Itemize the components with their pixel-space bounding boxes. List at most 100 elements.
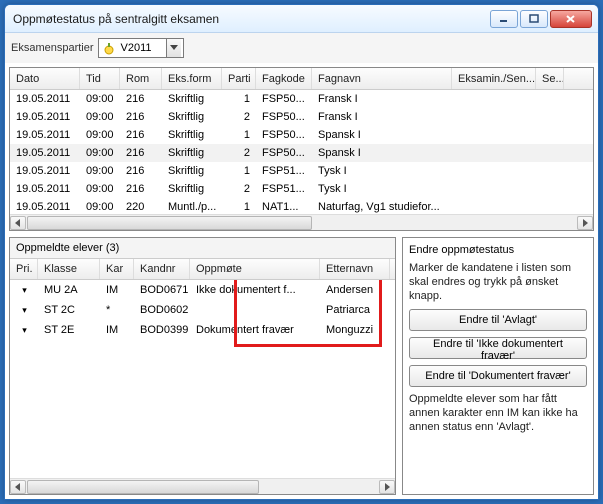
cell-dato: 19.05.2011 (10, 93, 80, 105)
cell-eksform: Skriftlig (162, 129, 222, 141)
cell-rom: 216 (120, 111, 162, 123)
table-row[interactable]: 19.05.201109:00216Skriftlig2FSP50...Span… (10, 144, 593, 162)
cell-fagkode: FSP50... (256, 93, 312, 105)
scroll-right-icon[interactable] (577, 216, 593, 230)
cell-rom: 216 (120, 147, 162, 159)
cell-kar: IM (100, 284, 134, 296)
cell-fagnavn: Tysk I (312, 165, 452, 177)
cell-eksform: Skriftlig (162, 93, 222, 105)
cell-fagkode: FSP50... (256, 147, 312, 159)
expand-icon[interactable]: ▾ (10, 285, 38, 296)
cell-dato: 19.05.2011 (10, 165, 80, 177)
cell-rom: 216 (120, 93, 162, 105)
app-window: Oppmøtestatus på sentralgitt eksamen Eks… (4, 4, 599, 500)
scrollbar-horizontal-2[interactable] (10, 478, 395, 494)
cell-klasse: ST 2C (38, 304, 100, 316)
cell-fagkode: FSP51... (256, 183, 312, 195)
cell-dato: 19.05.2011 (10, 201, 80, 213)
cell-kar: * (100, 304, 134, 316)
column-header-fagkode[interactable]: Fagkode (256, 68, 312, 89)
column-header-fagnavn[interactable]: Fagnavn (312, 68, 452, 89)
exams-grid[interactable]: DatoTidRomEks.formPartiFagkodeFagnavnEks… (9, 67, 594, 231)
actions-panel: Endre oppmøtestatus Marker de kandatene … (402, 237, 594, 495)
cell-tid: 09:00 (80, 147, 120, 159)
set-dokumentert-button[interactable]: Endre til 'Dokumentert fravær' (409, 365, 587, 387)
close-button[interactable] (550, 10, 592, 28)
scrollbar-horizontal[interactable] (10, 214, 593, 230)
column-header-se[interactable]: Se... (536, 68, 564, 89)
table-row[interactable]: ▾ST 2C*BOD0602Patriarca (10, 300, 395, 320)
cell-dato: 19.05.2011 (10, 111, 80, 123)
cell-fagnavn: Tysk I (312, 183, 452, 195)
column-header-kandnr[interactable]: Kandnr (134, 259, 190, 279)
cell-fagnavn: Fransk I (312, 93, 452, 105)
students-panel: Oppmeldte elever (3) Pri.KlasseKarKandnr… (9, 237, 396, 495)
actions-heading: Endre oppmøtestatus (409, 244, 587, 256)
cell-oppmote: Dokumentert fravær (190, 324, 320, 336)
cell-fagkode: FSP51... (256, 165, 312, 177)
cell-fagkode: FSP50... (256, 129, 312, 141)
cell-rom: 216 (120, 183, 162, 195)
cell-eksform: Skriftlig (162, 165, 222, 177)
column-header-oppmote[interactable]: Oppmøte (190, 259, 320, 279)
cell-tid: 09:00 (80, 183, 120, 195)
maximize-button[interactable] (520, 10, 548, 28)
cell-eksform: Muntl./p... (162, 201, 222, 213)
term-icon (101, 40, 117, 56)
cell-eksform: Skriftlig (162, 183, 222, 195)
set-ikke-dokumentert-button[interactable]: Endre til 'Ikke dokumentert fravær' (409, 337, 587, 359)
scroll-left-icon[interactable] (10, 216, 26, 230)
cell-fagnavn: Fransk I (312, 111, 452, 123)
table-row[interactable]: 19.05.201109:00216Skriftlig1FSP50...Fran… (10, 90, 593, 108)
column-header-tid[interactable]: Tid (80, 68, 120, 89)
table-row[interactable]: 19.05.201109:00216Skriftlig1FSP50...Span… (10, 126, 593, 144)
scroll-track[interactable] (27, 216, 576, 230)
table-row[interactable]: 19.05.201109:00216Skriftlig2FSP50...Fran… (10, 108, 593, 126)
set-avlagt-button[interactable]: Endre til 'Avlagt' (409, 309, 587, 331)
cell-tid: 09:00 (80, 111, 120, 123)
scroll-right-icon[interactable] (379, 480, 395, 494)
cell-tid: 09:00 (80, 129, 120, 141)
column-header-dato[interactable]: Dato (10, 68, 80, 89)
table-row[interactable]: 19.05.201109:00220Muntl./p...1NAT1...Nat… (10, 198, 593, 214)
column-header-kar[interactable]: Kar (100, 259, 134, 279)
column-header-rom[interactable]: Rom (120, 68, 162, 89)
column-header-eksform[interactable]: Eks.form (162, 68, 222, 89)
cell-rom: 216 (120, 129, 162, 141)
table-row[interactable]: ▾MU 2AIMBOD0671Ikke dokumentert f...Ande… (10, 280, 395, 300)
cell-tid: 09:00 (80, 93, 120, 105)
cell-dato: 19.05.2011 (10, 129, 80, 141)
cell-oppmote: Ikke dokumentert f... (190, 284, 320, 296)
table-row[interactable]: 19.05.201109:00216Skriftlig2FSP51...Tysk… (10, 180, 593, 198)
titlebar: Oppmøtestatus på sentralgitt eksamen (5, 5, 598, 33)
cell-parti: 2 (222, 183, 256, 195)
cell-kandnr: BOD0399 (134, 324, 190, 336)
cell-fagkode: FSP50... (256, 111, 312, 123)
column-header-parti[interactable]: Parti (222, 68, 256, 89)
term-select-value: V2011 (117, 42, 166, 54)
expand-icon[interactable]: ▾ (10, 305, 38, 316)
cell-dato: 19.05.2011 (10, 183, 80, 195)
scroll-thumb[interactable] (27, 216, 312, 230)
cell-rom: 220 (120, 201, 162, 213)
minimize-button[interactable] (490, 10, 518, 28)
cell-etternavn: Patriarca (320, 304, 390, 316)
expand-icon[interactable]: ▾ (10, 325, 38, 336)
cell-eksform: Skriftlig (162, 111, 222, 123)
column-header-klasse[interactable]: Klasse (38, 259, 100, 279)
cell-tid: 09:00 (80, 201, 120, 213)
table-row[interactable]: ▾ST 2EIMBOD0399Dokumentert fraværMonguzz… (10, 320, 395, 340)
termselect-label: Eksamenspartier (11, 42, 94, 54)
cell-fagkode: NAT1... (256, 201, 312, 213)
column-header-eksamin[interactable]: Eksamin./Sen... (452, 68, 536, 89)
column-header-pri[interactable]: Pri. (10, 259, 38, 279)
term-select[interactable]: V2011 (98, 38, 184, 58)
scroll-thumb[interactable] (27, 480, 259, 494)
scroll-track[interactable] (27, 480, 378, 494)
scroll-left-icon[interactable] (10, 480, 26, 494)
table-row[interactable]: 19.05.201109:00216Skriftlig1FSP51...Tysk… (10, 162, 593, 180)
cell-klasse: MU 2A (38, 284, 100, 296)
cell-tid: 09:00 (80, 165, 120, 177)
actions-help: Marker de kandatene i listen som skal en… (409, 262, 587, 303)
column-header-etternavn[interactable]: Etternavn (320, 259, 390, 279)
